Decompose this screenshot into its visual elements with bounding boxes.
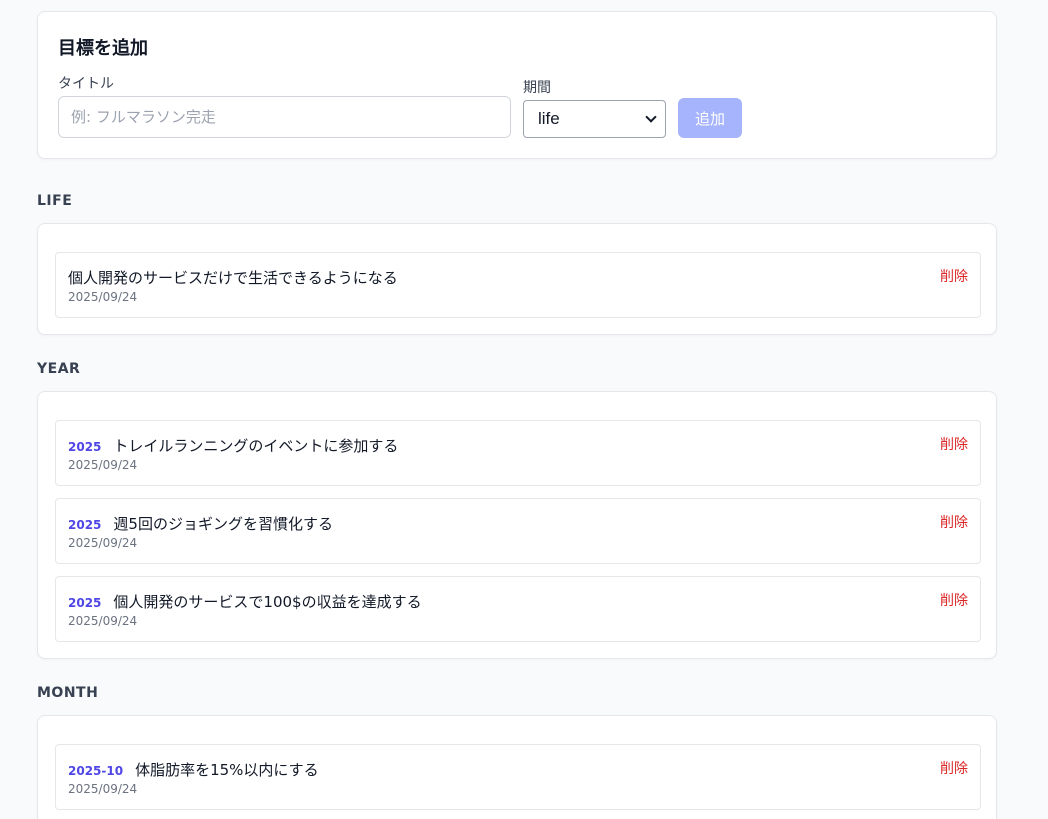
section-heading-year: YEAR <box>37 361 81 377</box>
section-card-month: 2025-10 体脂肪率を15%以内にする 2025/09/24 削除 <box>37 715 997 819</box>
goal-date: 2025/09/24 <box>68 290 138 304</box>
section-card-year: 2025 トレイルランニングのイベントに参加する 2025/09/24 削除 2… <box>37 391 997 659</box>
period-label: 期間 <box>523 80 551 96</box>
add-goal-heading: 目標を追加 <box>58 38 148 59</box>
goal-date: 2025/09/24 <box>68 614 138 628</box>
goal-title: 個人開発のサービスで100$の収益を達成する <box>113 593 422 611</box>
goal-date: 2025/09/24 <box>68 782 138 796</box>
goal-title: 体脂肪率を15%以内にする <box>135 761 319 779</box>
goal-date: 2025/09/24 <box>68 458 138 472</box>
goal-item: 2025 週5回のジョギングを習慣化する 2025/09/24 削除 <box>55 498 981 564</box>
goal-period-tag: 2025 <box>68 518 102 532</box>
title-label: タイトル <box>58 76 114 92</box>
delete-button[interactable]: 削除 <box>940 590 968 610</box>
title-input[interactable] <box>58 96 511 138</box>
goal-item: 個人開発のサービスだけで生活できるようになる 2025/09/24 削除 <box>55 252 981 318</box>
delete-button[interactable]: 削除 <box>940 512 968 532</box>
goal-period-tag: 2025 <box>68 596 102 610</box>
delete-button[interactable]: 削除 <box>940 758 968 778</box>
add-button[interactable]: 追加 <box>678 98 742 138</box>
add-goal-card: 目標を追加 タイトル 期間 life 追加 <box>37 11 997 159</box>
goal-period-tag: 2025 <box>68 440 102 454</box>
goal-item: 2025 個人開発のサービスで100$の収益を達成する 2025/09/24 削… <box>55 576 981 642</box>
period-select[interactable]: life <box>523 100 666 138</box>
chevron-down-icon <box>645 111 657 123</box>
section-heading-life: LIFE <box>37 193 73 209</box>
delete-button[interactable]: 削除 <box>940 434 968 454</box>
goal-item: 2025 トレイルランニングのイベントに参加する 2025/09/24 削除 <box>55 420 981 486</box>
goal-title: トレイルランニングのイベントに参加する <box>113 437 399 455</box>
delete-button[interactable]: 削除 <box>940 266 968 286</box>
goal-item: 2025-10 体脂肪率を15%以内にする 2025/09/24 削除 <box>55 744 981 810</box>
goal-period-tag: 2025-10 <box>68 764 124 778</box>
section-heading-month: MONTH <box>37 685 99 701</box>
goal-title: 個人開発のサービスだけで生活できるようになる <box>68 269 398 287</box>
goal-date: 2025/09/24 <box>68 536 138 550</box>
period-select-value: life <box>538 109 560 128</box>
goal-title: 週5回のジョギングを習慣化する <box>113 515 333 533</box>
section-card-life: 個人開発のサービスだけで生活できるようになる 2025/09/24 削除 <box>37 223 997 335</box>
